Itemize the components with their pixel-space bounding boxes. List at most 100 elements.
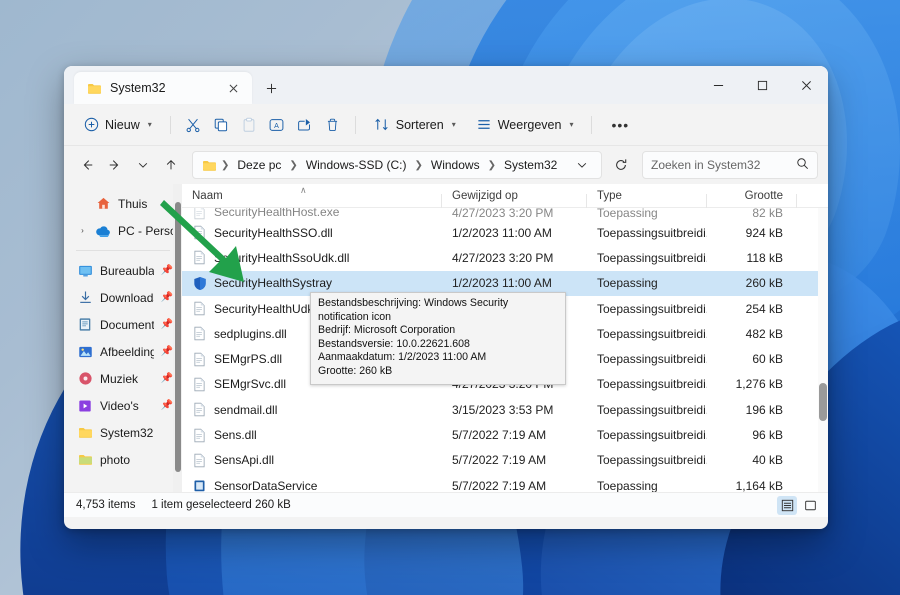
sidebar-item-label: Documenten <box>100 317 154 332</box>
breadcrumb-item-0[interactable]: Deze pc <box>233 156 285 174</box>
file-date-cell: 5/7/2022 7:19 AM <box>452 478 547 492</box>
sidebar-scrollbar[interactable] <box>173 184 182 492</box>
sidebar-item-afbeeldingen[interactable]: Afbeeldingen 📌 <box>67 338 179 365</box>
pin-icon[interactable]: 📌 <box>161 319 173 330</box>
pictures-icon <box>77 344 93 360</box>
pin-icon[interactable]: 📌 <box>161 346 173 357</box>
recent-locations-icon[interactable] <box>130 152 156 178</box>
pin-icon[interactable]: 📌 <box>161 292 173 303</box>
sidebar-item-system32[interactable]: System32 <box>67 419 179 446</box>
view-button[interactable]: Weergeven ▾ <box>467 110 583 140</box>
file-size-cell: 924 kB <box>745 225 783 240</box>
more-options-button[interactable]: ••• <box>601 110 639 140</box>
table-row[interactable]: SensorDataService 5/7/2022 7:19 AM Toepa… <box>182 473 828 492</box>
folder-icon <box>77 425 93 441</box>
file-name: SEMgrSvc.dll <box>214 377 287 392</box>
tooltip-line-size: Grootte: 260 kB <box>318 364 393 377</box>
pin-icon[interactable]: 📌 <box>161 265 173 276</box>
file-type-cell: Toepassing <box>597 478 658 492</box>
pin-icon[interactable]: 📌 <box>161 373 173 384</box>
tooltip-line-company: Bedrijf: Microsoft Corporation <box>318 324 456 337</box>
arrow-left-icon[interactable] <box>74 152 100 178</box>
ellipsis-icon: ••• <box>611 116 630 133</box>
sidebar-item-label: Afbeeldingen <box>100 344 154 359</box>
svg-text:A: A <box>274 122 279 130</box>
sidebar-item-bureaublad[interactable]: Bureaublad 📌 <box>67 257 179 284</box>
new-button[interactable]: Nieuw ▾ <box>74 110 161 140</box>
close-icon[interactable] <box>222 77 244 99</box>
table-row[interactable]: SensApi.dll 5/7/2022 7:19 AM Toepassings… <box>182 448 828 473</box>
column-header-grootte[interactable]: Grootte <box>707 190 797 208</box>
file-type-cell: Toepassingsuitbreidi... <box>597 250 707 265</box>
table-row[interactable]: SecurityHealthSSO.dll 1/2/2023 11:00 AM … <box>182 220 828 245</box>
sidebar-item-thuis[interactable]: Thuis <box>67 190 179 217</box>
address-bar-actions <box>569 152 595 178</box>
breadcrumb-item-2[interactable]: Windows <box>427 156 484 174</box>
rename-icon[interactable]: A <box>264 110 290 140</box>
share-icon[interactable] <box>292 110 318 140</box>
paste-icon <box>236 110 262 140</box>
refresh-icon[interactable] <box>608 152 634 178</box>
table-row[interactable]: Sens.dll 5/7/2022 7:19 AM Toepassingsuit… <box>182 422 828 447</box>
arrow-up-icon[interactable] <box>158 152 184 178</box>
sidebar-item-label: PC - Persoonlijk <box>118 223 173 238</box>
tab-system32[interactable]: System32 <box>74 72 252 104</box>
search-input[interactable]: Zoeken in System32 <box>642 151 818 179</box>
sort-button[interactable]: Sorteren ▾ <box>365 110 465 140</box>
trash-icon[interactable] <box>320 110 346 140</box>
file-list-scrollbar-thumb[interactable] <box>819 383 827 421</box>
file-type-cell: Toepassingsuitbreidi... <box>597 377 707 392</box>
tiles-view-icon[interactable] <box>800 496 820 515</box>
status-bar: 4,753 items 1 item geselecteerd 260 kB <box>64 492 828 517</box>
plus-icon[interactable] <box>260 77 282 99</box>
sidebar-item-downloads[interactable]: Downloads 📌 <box>67 284 179 311</box>
sidebar-scrollbar-thumb[interactable] <box>175 202 181 472</box>
music-icon <box>77 371 93 387</box>
sort-button-label: Sorteren <box>395 117 444 132</box>
new-button-label: Nieuw <box>105 117 140 132</box>
maximize-button[interactable] <box>740 66 784 104</box>
navigation-sidebar[interactable]: Thuis › PC - Persoonlijk Bureaublad 📌 <box>64 184 182 492</box>
column-headers: Naam ∧ Gewijzigd op Type Grootte <box>182 184 828 208</box>
file-explorer-window: System32 Nieuw ▾ A Sorteren ▾ Weergeven … <box>64 66 828 529</box>
details-view-icon[interactable] <box>777 495 797 515</box>
file-list-scrollbar[interactable] <box>818 208 828 492</box>
sidebar-item-documenten[interactable]: Documenten 📌 <box>67 311 179 338</box>
sidebar-item-label: Thuis <box>118 196 148 211</box>
breadcrumb-address-bar[interactable]: ❯ Deze pc ❯ Windows-SSD (C:) ❯ Windows ❯… <box>192 151 602 179</box>
table-row[interactable]: SecurityHealthHost.exe 4/27/2023 3:20 PM… <box>182 208 828 220</box>
breadcrumb-item-1[interactable]: Windows-SSD (C:) <box>302 156 411 174</box>
chevron-down-icon: ▾ <box>451 120 456 129</box>
file-name-cell: sendmail.dll <box>182 402 442 418</box>
table-row[interactable]: SecurityHealthSsoUdk.dll 4/27/2023 3:20 … <box>182 245 828 270</box>
arrow-right-icon[interactable] <box>102 152 128 178</box>
column-header-type[interactable]: Type <box>587 190 707 208</box>
minimize-button[interactable] <box>696 66 740 104</box>
pin-icon[interactable]: 📌 <box>161 400 173 411</box>
chevron-right-icon[interactable]: › <box>77 226 88 235</box>
table-row[interactable]: sendmail.dll 3/15/2023 3:53 PM Toepassin… <box>182 397 828 422</box>
sidebar-item-photo[interactable]: photo <box>67 446 179 473</box>
tooltip-line-description: Bestandsbeschrijving: Windows Security n… <box>318 297 509 323</box>
file-name-cell: SecurityHealthHost.exe <box>182 208 442 220</box>
file-name: SecurityHealthSsoUdk.dll <box>214 250 350 265</box>
sidebar-item-label: Video's <box>100 398 139 413</box>
chevron-down-icon[interactable] <box>569 152 595 178</box>
sidebar-item-videos[interactable]: Video's 📌 <box>67 392 179 419</box>
close-button[interactable] <box>784 66 828 104</box>
breadcrumb-separator: ❯ <box>487 159 496 171</box>
documents-icon <box>77 317 93 333</box>
breadcrumb-separator: ❯ <box>414 159 423 171</box>
file-name: sedplugins.dll <box>214 326 287 341</box>
column-header-naam[interactable]: Naam ∧ <box>182 185 442 208</box>
sidebar-item-pc-persoonlijk[interactable]: › PC - Persoonlijk <box>67 217 179 244</box>
file-name: SensApi.dll <box>214 453 275 468</box>
breadcrumb-item-3[interactable]: System32 <box>500 156 561 174</box>
file-size-cell: 1,276 kB <box>735 377 783 392</box>
file-name-cell: SecurityHealthSSO.dll <box>182 225 442 241</box>
sidebar-item-muziek[interactable]: Muziek 📌 <box>67 365 179 392</box>
scissors-icon[interactable] <box>180 110 206 140</box>
download-icon <box>77 290 93 306</box>
copy-icon[interactable] <box>208 110 234 140</box>
column-header-gewijzigd-op[interactable]: Gewijzigd op <box>442 190 587 208</box>
